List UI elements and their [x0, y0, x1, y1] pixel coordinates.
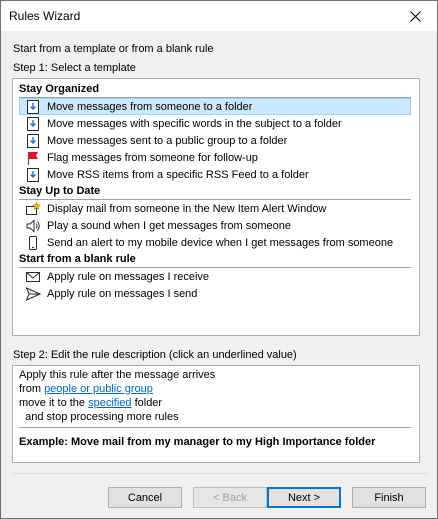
description-line: and stop processing more rules: [19, 411, 179, 423]
rules-wizard-window: Rules Wizard Start from a template or fr…: [0, 0, 438, 519]
description-text: move it to the: [19, 397, 89, 409]
template-item-move-from-someone[interactable]: Move messages from someone to a folder: [19, 98, 411, 115]
move-to-folder-icon: [24, 167, 42, 183]
move-to-folder-icon: [24, 133, 42, 149]
alert-window-icon: [24, 200, 42, 217]
template-list[interactable]: Stay Organized Move messages from someon…: [12, 78, 420, 336]
template-item-label: Send an alert to my mobile device when I…: [47, 236, 394, 249]
description-text: from: [19, 383, 45, 395]
description-text: folder: [131, 397, 163, 409]
close-button[interactable]: [393, 1, 437, 31]
footer-divider: [13, 473, 427, 474]
mobile-device-icon: [24, 235, 42, 251]
window-title: Rules Wizard: [9, 9, 81, 23]
red-flag-icon: [24, 150, 42, 166]
template-item-move-rss[interactable]: Move RSS items from a specific RSS Feed …: [19, 166, 411, 183]
back-button[interactable]: < Back: [193, 487, 267, 508]
template-item-play-sound[interactable]: Play a sound when I get messages from so…: [19, 217, 411, 234]
group-header-stay-up-to-date: Stay Up to Date: [19, 185, 101, 197]
move-to-folder-icon: [24, 99, 42, 115]
envelope-icon: [24, 269, 42, 285]
intro-text: Start from a template or from a blank ru…: [13, 43, 214, 55]
group-header-stay-organized: Stay Organized: [19, 83, 100, 95]
template-item-apply-send[interactable]: Apply rule on messages I send: [19, 285, 411, 302]
template-item-flag-follow-up[interactable]: Flag messages from someone for follow-up: [19, 149, 411, 166]
group-header-blank-rule: Start from a blank rule: [19, 253, 136, 265]
step1-label: Step 1: Select a template: [13, 62, 136, 74]
speaker-icon: [24, 218, 42, 234]
template-item-label: Move messages sent to a public group to …: [47, 134, 288, 147]
next-button[interactable]: Next >: [267, 487, 341, 508]
template-item-label: Play a sound when I get messages from so…: [47, 219, 291, 232]
template-item-mobile-alert[interactable]: Send an alert to my mobile device when I…: [19, 234, 411, 251]
send-icon: [24, 286, 42, 302]
cancel-button[interactable]: Cancel: [108, 487, 182, 508]
template-item-label: Flag messages from someone for follow-up: [47, 151, 258, 164]
finish-button[interactable]: Finish: [352, 487, 426, 508]
close-icon: [409, 10, 421, 22]
people-or-public-group-link[interactable]: people or public group: [44, 383, 153, 395]
template-item-label: Apply rule on messages I receive: [47, 270, 210, 283]
description-line: Apply this rule after the message arrive…: [19, 369, 216, 381]
template-item-label: Move RSS items from a specific RSS Feed …: [47, 168, 309, 181]
description-line-move: move it to the specified folder: [19, 397, 162, 409]
template-item-alert-window[interactable]: Display mail from someone in the New Ite…: [19, 200, 411, 217]
description-line-from: from people or public group: [19, 383, 153, 395]
description-divider: [19, 427, 411, 428]
template-item-label: Apply rule on messages I send: [47, 287, 198, 300]
title-bar: Rules Wizard: [1, 1, 437, 31]
template-item-label: Move messages with specific words in the…: [47, 117, 342, 130]
template-item-move-specific-words[interactable]: Move messages with specific words in the…: [19, 115, 411, 132]
example-text: Example: Move mail from my manager to my…: [19, 436, 376, 448]
template-item-apply-receive[interactable]: Apply rule on messages I receive: [19, 268, 411, 285]
template-item-label: Move messages from someone to a folder: [47, 100, 253, 113]
rule-description-box: Apply this rule after the message arrive…: [12, 365, 420, 463]
specified-folder-link[interactable]: specified: [88, 397, 131, 409]
template-item-label: Display mail from someone in the New Ite…: [47, 202, 327, 215]
step2-label: Step 2: Edit the rule description (click…: [13, 349, 297, 361]
template-item-move-public-group[interactable]: Move messages sent to a public group to …: [19, 132, 411, 149]
move-to-folder-icon: [24, 116, 42, 132]
